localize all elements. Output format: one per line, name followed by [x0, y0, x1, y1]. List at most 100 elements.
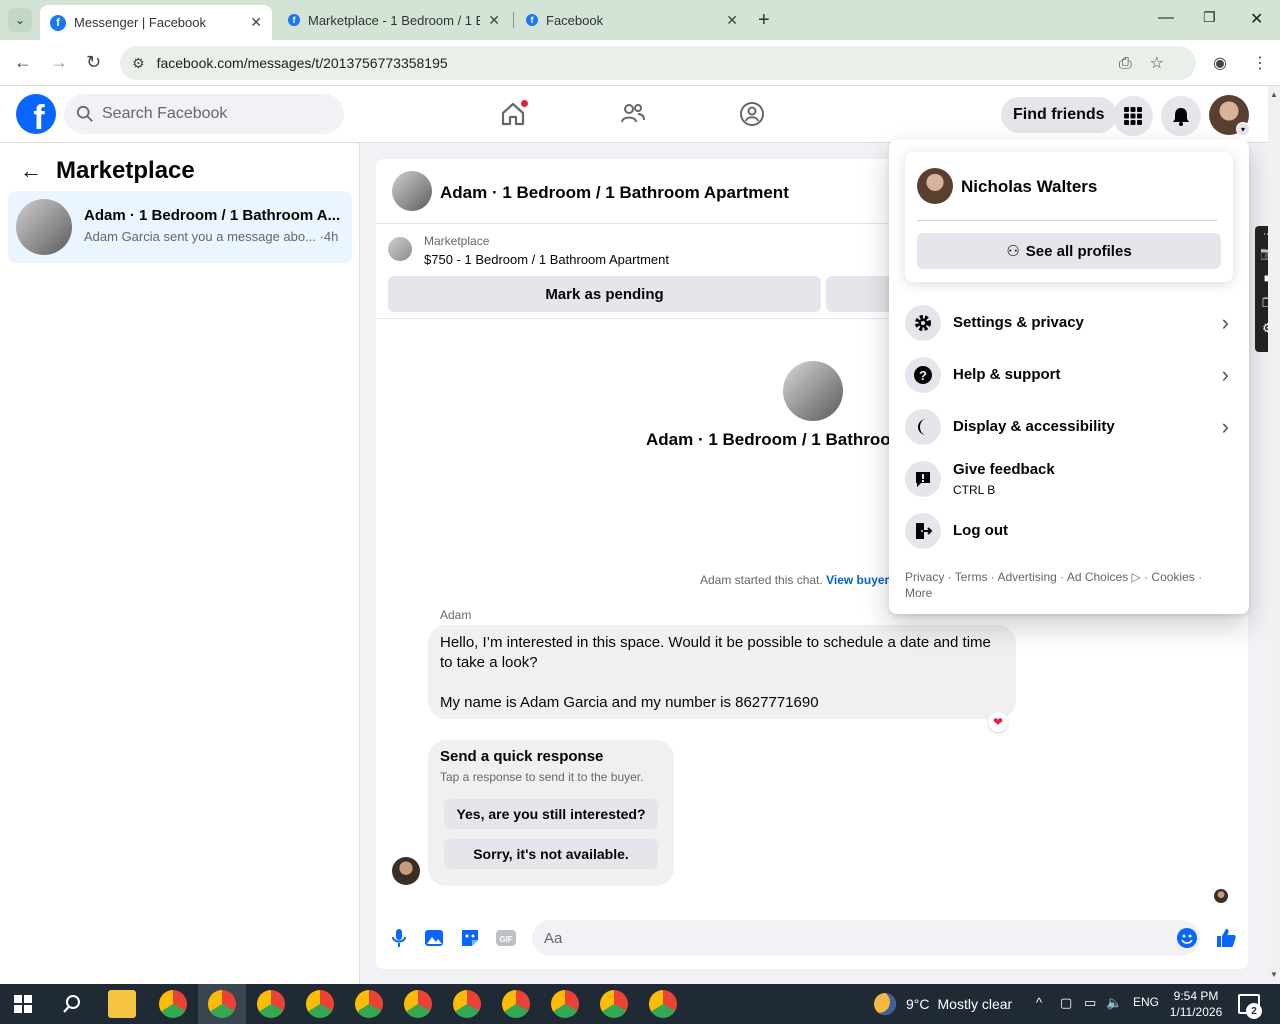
search-icon[interactable] — [62, 994, 82, 1014]
file-explorer-icon[interactable] — [108, 990, 136, 1018]
tab-messenger[interactable]: f Messenger | Facebook ✕ — [40, 5, 272, 40]
chevron-right-icon: › — [1221, 362, 1229, 387]
back-arrow-icon[interactable]: ← — [20, 158, 42, 184]
thumbs-up-icon[interactable] — [1215, 927, 1237, 949]
quick-response-yes-button[interactable]: Yes, are you still interested? — [444, 799, 658, 829]
search-input[interactable] — [102, 105, 322, 123]
language-indicator[interactable]: ENG — [1133, 995, 1159, 1009]
close-icon[interactable]: ✕ — [488, 12, 500, 29]
chrome-icon[interactable] — [600, 990, 628, 1018]
profile-icon[interactable]: ◉ — [1213, 53, 1227, 73]
more-menu-icon[interactable]: ⋮ — [1252, 53, 1268, 73]
scroll-up-icon[interactable]: ▲ — [1270, 90, 1278, 99]
system-clock[interactable]: 9:54 PM 1/11/2026 — [1166, 988, 1226, 1020]
listing-title[interactable]: $750 - 1 Bedroom / 1 Bathroom Apartment — [424, 252, 669, 267]
chrome-icon[interactable] — [649, 990, 677, 1018]
see-all-profiles-button[interactable]: ⚇ See all profiles — [917, 233, 1221, 269]
facebook-favicon-icon: f — [526, 14, 538, 26]
gif-icon[interactable]: GIF — [495, 927, 517, 949]
address-bar[interactable]: ⚙ facebook.com/messages/t/20137567733581… — [120, 46, 1196, 80]
site-info-icon[interactable]: ⚙ — [132, 55, 145, 72]
restore-button[interactable]: ❐ — [1203, 9, 1216, 26]
quick-response-sorry-button[interactable]: Sorry, it's not available. — [444, 839, 658, 869]
microphone-icon[interactable] — [388, 927, 410, 949]
message-bubble[interactable]: Hello, I’m interested in this space. Wou… — [428, 625, 1016, 719]
chrome-icon[interactable] — [159, 990, 187, 1018]
sticker-icon[interactable] — [459, 927, 481, 949]
conversation-item[interactable]: Adam · 1 Bedroom / 1 Bathroom A... Adam … — [8, 191, 352, 263]
sender-avatar[interactable] — [392, 857, 420, 885]
chrome-icon[interactable] — [551, 990, 579, 1018]
chrome-icon[interactable] — [208, 990, 236, 1018]
bookmark-star-icon[interactable]: ☆ — [1150, 55, 1182, 72]
heart-reaction-icon[interactable]: ❤ — [988, 712, 1008, 732]
menu-item-label: Settings & privacy — [953, 314, 1084, 331]
network-icon[interactable]: ▭ — [1084, 995, 1096, 1011]
facebook-logo[interactable]: f — [16, 94, 56, 134]
svg-text:?: ? — [919, 368, 927, 383]
menu-item-label: Give feedback — [953, 461, 1055, 478]
menu-item-settings-privacy[interactable]: Settings & privacy › — [905, 299, 1235, 347]
profile-name[interactable]: Nicholas Walters — [961, 177, 1097, 197]
message-line: Hello, I’m interested in this space. Wou… — [440, 634, 991, 651]
weather-widget[interactable]: 9°C Mostly clear — [874, 993, 1012, 1015]
close-window-button[interactable]: ✕ — [1250, 9, 1263, 29]
search-bar[interactable] — [64, 94, 344, 134]
back-button[interactable]: ← — [14, 52, 32, 73]
menu-item-log-out[interactable]: Log out — [905, 507, 1235, 555]
menu-footer-links[interactable]: Privacy · Terms · Advertising · Ad Choic… — [905, 569, 1235, 601]
chrome-icon[interactable] — [355, 990, 383, 1018]
minimize-button[interactable]: — — [1158, 9, 1174, 27]
menu-grid-button[interactable] — [1113, 96, 1153, 136]
listing-thumbnail[interactable] — [392, 171, 432, 211]
groups-icon[interactable] — [738, 100, 766, 128]
view-buyer-link[interactable]: View buyer — [826, 573, 889, 587]
menu-item-help-support[interactable]: ? Help & support › — [905, 351, 1235, 399]
chat-title[interactable]: Adam · 1 Bedroom / 1 Bathroom Apartment — [440, 183, 789, 203]
menu-item-give-feedback[interactable]: Give feedback CTRL B — [905, 455, 1235, 503]
install-app-icon[interactable]: ⎙ — [1119, 55, 1150, 72]
emoji-icon[interactable] — [1176, 927, 1198, 949]
mark-as-pending-button[interactable]: Mark as pending — [388, 276, 821, 312]
menu-item-label: Log out — [953, 522, 1008, 539]
meet-icon[interactable]: ▢ — [1060, 995, 1072, 1011]
reload-button[interactable]: ↻ — [86, 52, 101, 73]
chevron-down-icon[interactable]: ▾ — [1236, 122, 1250, 136]
chrome-icon[interactable] — [306, 990, 334, 1018]
tab-separator — [513, 12, 514, 28]
facebook-header: f Find friends — [0, 86, 1268, 143]
logout-icon — [905, 513, 941, 549]
chrome-icon[interactable] — [453, 990, 481, 1018]
menu-item-display-accessibility[interactable]: Display & accessibility › — [905, 403, 1235, 451]
tab-facebook[interactable]: f Facebook ✕ — [516, 5, 748, 35]
url-text: facebook.com/messages/t/2013756773358195 — [156, 55, 448, 71]
read-receipt-avatar — [1214, 889, 1228, 903]
chevron-up-icon[interactable]: ^ — [1036, 995, 1042, 1010]
photo-icon[interactable] — [423, 927, 445, 949]
listing-thumbnail-small[interactable] — [388, 237, 412, 261]
chrome-icon[interactable] — [257, 990, 285, 1018]
page-scrollbar[interactable]: ▲ ▼ — [1268, 86, 1280, 984]
find-friends-button[interactable]: Find friends — [1001, 97, 1117, 133]
forward-button[interactable]: → — [50, 52, 68, 73]
message-input-wrapper[interactable] — [532, 920, 1200, 956]
conversation-preview: Adam Garcia sent you a message abo... ·4… — [84, 229, 339, 244]
tab-search-button[interactable]: ⌄ — [8, 8, 32, 32]
footer-links-line[interactable]: Privacy · Terms · Advertising · Ad Choic… — [905, 569, 1235, 585]
new-tab-button[interactable]: + — [758, 9, 770, 32]
chrome-icon[interactable] — [404, 990, 432, 1018]
profile-avatar[interactable] — [917, 168, 953, 204]
friends-icon[interactable] — [619, 100, 647, 128]
message-line: to take a look? — [440, 654, 538, 671]
close-icon[interactable]: ✕ — [726, 12, 738, 29]
scroll-down-icon[interactable]: ▼ — [1270, 970, 1278, 979]
volume-icon[interactable]: 🔈 — [1106, 995, 1122, 1011]
notification-count-badge: 2 — [1246, 1003, 1262, 1019]
footer-more-link[interactable]: More — [905, 585, 1235, 601]
windows-start-icon[interactable] — [14, 995, 32, 1013]
close-icon[interactable]: ✕ — [250, 14, 262, 31]
chrome-icon[interactable] — [502, 990, 530, 1018]
tab-marketplace[interactable]: f Marketplace - 1 Bedroom / 1 Ba ✕ — [278, 5, 510, 35]
notifications-button[interactable] — [1161, 96, 1201, 136]
message-input[interactable] — [544, 929, 1144, 947]
